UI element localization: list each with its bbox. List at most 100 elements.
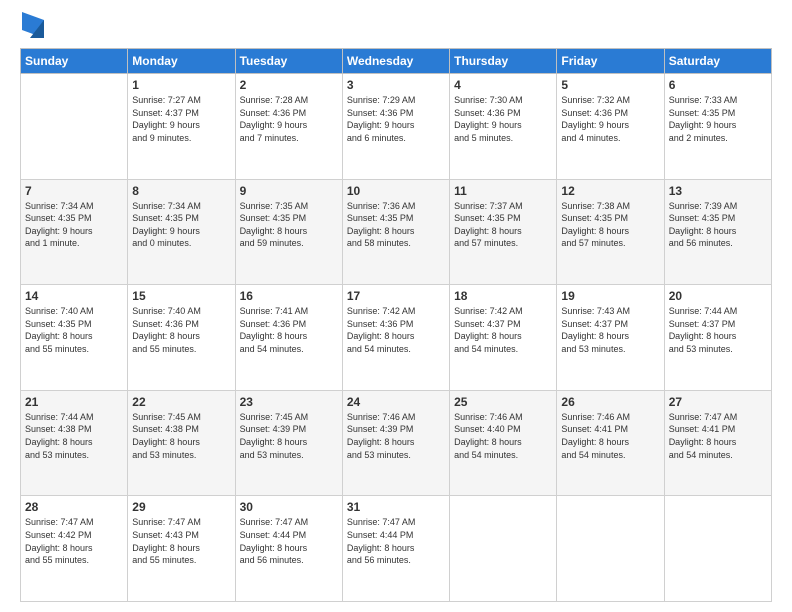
- day-info: Sunrise: 7:37 AM Sunset: 4:35 PM Dayligh…: [454, 200, 552, 250]
- day-info: Sunrise: 7:35 AM Sunset: 4:35 PM Dayligh…: [240, 200, 338, 250]
- day-info: Sunrise: 7:44 AM Sunset: 4:37 PM Dayligh…: [669, 305, 767, 355]
- day-number: 5: [561, 78, 659, 92]
- day-number: 4: [454, 78, 552, 92]
- calendar-cell: 30 Sunrise: 7:47 AM Sunset: 4:44 PM Dayli…: [235, 496, 342, 602]
- calendar-cell: 21Sunrise: 7:44 AM Sunset: 4:38 PM Dayli…: [21, 390, 128, 496]
- day-info: Sunrise: 7:34 AM Sunset: 4:35 PM Dayligh…: [25, 200, 123, 250]
- day-number: 10: [347, 184, 445, 198]
- logo: [20, 16, 44, 38]
- calendar-cell: 15 Sunrise: 7:40 AM Sunset: 4:36 PM Dayli…: [128, 285, 235, 391]
- calendar-cell: 26 Sunrise: 7:46 AM Sunset: 4:41 PM Dayli…: [557, 390, 664, 496]
- calendar-table: SundayMondayTuesdayWednesdayThursdayFrid…: [20, 48, 772, 602]
- calendar-cell: 13Sunrise: 7:39 AM Sunset: 4:35 PM Dayli…: [664, 179, 771, 285]
- calendar-cell: 4 Sunrise: 7:30 AM Sunset: 4:36 PM Daylig…: [450, 74, 557, 180]
- day-number: 1: [132, 78, 230, 92]
- day-info: Sunrise: 7:42 AM Sunset: 4:36 PM Dayligh…: [347, 305, 445, 355]
- calendar-cell: [21, 74, 128, 180]
- day-info: Sunrise: 7:43 AM Sunset: 4:37 PM Dayligh…: [561, 305, 659, 355]
- day-number: 14: [25, 289, 123, 303]
- calendar-header-tuesday: Tuesday: [235, 49, 342, 74]
- day-info: Sunrise: 7:36 AM Sunset: 4:35 PM Dayligh…: [347, 200, 445, 250]
- calendar-cell: 11 Sunrise: 7:37 AM Sunset: 4:35 PM Dayli…: [450, 179, 557, 285]
- calendar-cell: 24 Sunrise: 7:46 AM Sunset: 4:39 PM Dayli…: [342, 390, 449, 496]
- day-info: Sunrise: 7:40 AM Sunset: 4:36 PM Dayligh…: [132, 305, 230, 355]
- calendar-cell: 18Sunrise: 7:42 AM Sunset: 4:37 PM Dayli…: [450, 285, 557, 391]
- calendar-cell: [664, 496, 771, 602]
- day-info: Sunrise: 7:47 AM Sunset: 4:41 PM Dayligh…: [669, 411, 767, 461]
- calendar-cell: [557, 496, 664, 602]
- calendar-header-friday: Friday: [557, 49, 664, 74]
- day-info: Sunrise: 7:28 AM Sunset: 4:36 PM Dayligh…: [240, 94, 338, 144]
- calendar-cell: 19 Sunrise: 7:43 AM Sunset: 4:37 PM Dayli…: [557, 285, 664, 391]
- calendar-cell: 9 Sunrise: 7:35 AM Sunset: 4:35 PM Daylig…: [235, 179, 342, 285]
- page: SundayMondayTuesdayWednesdayThursdayFrid…: [0, 0, 792, 612]
- day-number: 26: [561, 395, 659, 409]
- calendar-cell: 23 Sunrise: 7:45 AM Sunset: 4:39 PM Dayli…: [235, 390, 342, 496]
- day-info: Sunrise: 7:27 AM Sunset: 4:37 PM Dayligh…: [132, 94, 230, 144]
- day-number: 21: [25, 395, 123, 409]
- day-number: 24: [347, 395, 445, 409]
- calendar-cell: 25 Sunrise: 7:46 AM Sunset: 4:40 PM Dayli…: [450, 390, 557, 496]
- calendar-header-thursday: Thursday: [450, 49, 557, 74]
- calendar-cell: [450, 496, 557, 602]
- day-number: 25: [454, 395, 552, 409]
- day-info: Sunrise: 7:32 AM Sunset: 4:36 PM Dayligh…: [561, 94, 659, 144]
- day-info: Sunrise: 7:45 AM Sunset: 4:38 PM Dayligh…: [132, 411, 230, 461]
- calendar-cell: 8 Sunrise: 7:34 AM Sunset: 4:35 PM Daylig…: [128, 179, 235, 285]
- day-number: 29: [132, 500, 230, 514]
- day-number: 23: [240, 395, 338, 409]
- calendar-week-4: 21Sunrise: 7:44 AM Sunset: 4:38 PM Dayli…: [21, 390, 772, 496]
- calendar-cell: 7 Sunrise: 7:34 AM Sunset: 4:35 PM Daylig…: [21, 179, 128, 285]
- day-info: Sunrise: 7:33 AM Sunset: 4:35 PM Dayligh…: [669, 94, 767, 144]
- day-info: Sunrise: 7:47 AM Sunset: 4:43 PM Dayligh…: [132, 516, 230, 566]
- calendar-cell: 22 Sunrise: 7:45 AM Sunset: 4:38 PM Dayli…: [128, 390, 235, 496]
- day-info: Sunrise: 7:39 AM Sunset: 4:35 PM Dayligh…: [669, 200, 767, 250]
- calendar-week-5: 28Sunrise: 7:47 AM Sunset: 4:42 PM Dayli…: [21, 496, 772, 602]
- calendar-cell: 17 Sunrise: 7:42 AM Sunset: 4:36 PM Dayli…: [342, 285, 449, 391]
- day-number: 31: [347, 500, 445, 514]
- day-number: 27: [669, 395, 767, 409]
- day-number: 9: [240, 184, 338, 198]
- calendar-cell: 31 Sunrise: 7:47 AM Sunset: 4:44 PM Dayli…: [342, 496, 449, 602]
- day-number: 15: [132, 289, 230, 303]
- day-number: 7: [25, 184, 123, 198]
- day-number: 19: [561, 289, 659, 303]
- calendar-week-3: 14 Sunrise: 7:40 AM Sunset: 4:35 PM Dayli…: [21, 285, 772, 391]
- day-number: 17: [347, 289, 445, 303]
- day-number: 22: [132, 395, 230, 409]
- calendar-week-2: 7 Sunrise: 7:34 AM Sunset: 4:35 PM Daylig…: [21, 179, 772, 285]
- day-info: Sunrise: 7:42 AM Sunset: 4:37 PM Dayligh…: [454, 305, 552, 355]
- calendar-cell: 28Sunrise: 7:47 AM Sunset: 4:42 PM Dayli…: [21, 496, 128, 602]
- calendar-header-monday: Monday: [128, 49, 235, 74]
- calendar-week-1: 1 Sunrise: 7:27 AM Sunset: 4:37 PM Daylig…: [21, 74, 772, 180]
- calendar-cell: 2 Sunrise: 7:28 AM Sunset: 4:36 PM Daylig…: [235, 74, 342, 180]
- calendar-cell: 14 Sunrise: 7:40 AM Sunset: 4:35 PM Dayli…: [21, 285, 128, 391]
- calendar-header-saturday: Saturday: [664, 49, 771, 74]
- day-info: Sunrise: 7:45 AM Sunset: 4:39 PM Dayligh…: [240, 411, 338, 461]
- day-number: 6: [669, 78, 767, 92]
- calendar-cell: 27 Sunrise: 7:47 AM Sunset: 4:41 PM Dayli…: [664, 390, 771, 496]
- day-number: 20: [669, 289, 767, 303]
- day-number: 2: [240, 78, 338, 92]
- day-info: Sunrise: 7:46 AM Sunset: 4:41 PM Dayligh…: [561, 411, 659, 461]
- day-info: Sunrise: 7:41 AM Sunset: 4:36 PM Dayligh…: [240, 305, 338, 355]
- day-info: Sunrise: 7:34 AM Sunset: 4:35 PM Dayligh…: [132, 200, 230, 250]
- day-number: 8: [132, 184, 230, 198]
- day-info: Sunrise: 7:47 AM Sunset: 4:44 PM Dayligh…: [240, 516, 338, 566]
- calendar-cell: 3Sunrise: 7:29 AM Sunset: 4:36 PM Daylig…: [342, 74, 449, 180]
- day-info: Sunrise: 7:30 AM Sunset: 4:36 PM Dayligh…: [454, 94, 552, 144]
- day-number: 11: [454, 184, 552, 198]
- day-info: Sunrise: 7:47 AM Sunset: 4:42 PM Dayligh…: [25, 516, 123, 566]
- day-info: Sunrise: 7:47 AM Sunset: 4:44 PM Dayligh…: [347, 516, 445, 566]
- day-number: 30: [240, 500, 338, 514]
- calendar-header-wednesday: Wednesday: [342, 49, 449, 74]
- header: [20, 16, 772, 38]
- day-info: Sunrise: 7:29 AM Sunset: 4:36 PM Dayligh…: [347, 94, 445, 144]
- logo-icon: [22, 12, 44, 38]
- day-info: Sunrise: 7:46 AM Sunset: 4:40 PM Dayligh…: [454, 411, 552, 461]
- calendar-cell: 5 Sunrise: 7:32 AM Sunset: 4:36 PM Daylig…: [557, 74, 664, 180]
- day-info: Sunrise: 7:40 AM Sunset: 4:35 PM Dayligh…: [25, 305, 123, 355]
- calendar-cell: 29 Sunrise: 7:47 AM Sunset: 4:43 PM Dayli…: [128, 496, 235, 602]
- calendar-cell: 1 Sunrise: 7:27 AM Sunset: 4:37 PM Daylig…: [128, 74, 235, 180]
- day-info: Sunrise: 7:46 AM Sunset: 4:39 PM Dayligh…: [347, 411, 445, 461]
